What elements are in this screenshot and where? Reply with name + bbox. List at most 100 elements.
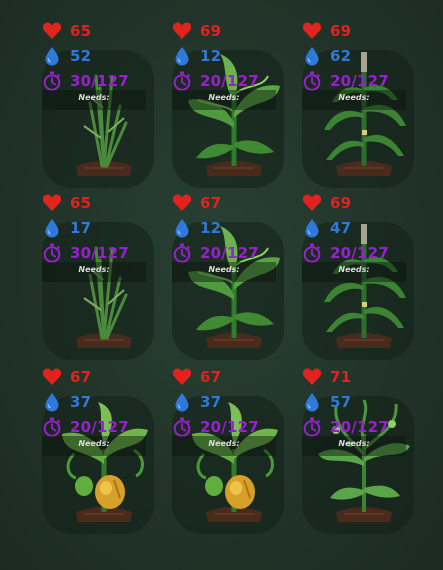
health-value: 69 (200, 22, 222, 40)
health-stat: 69 (172, 20, 221, 42)
needs-panel: Needs: (172, 90, 276, 110)
needs-panel: Needs: (302, 262, 406, 282)
heart-icon (42, 21, 62, 41)
health-stat: 69 (302, 192, 351, 214)
heart-icon (42, 193, 62, 213)
water-drop-icon (42, 392, 62, 412)
needs-panel: Needs: (302, 436, 406, 456)
needs-panel: Needs: (172, 436, 276, 456)
plant-slot[interactable]: 69 62 20/127 Needs: (300, 20, 430, 192)
timer-icon (172, 417, 192, 437)
growth-stat: 20/127 (42, 416, 129, 438)
health-value: 69 (330, 22, 352, 40)
heart-icon (172, 193, 192, 213)
needs-label: Needs: (208, 93, 240, 102)
growth-stat: 20/127 (172, 242, 259, 264)
timer-icon (302, 417, 322, 437)
water-stat: 62 (302, 45, 351, 67)
vine-plant-sprite (318, 399, 410, 522)
needs-label: Needs: (208, 265, 240, 274)
plant-slot[interactable]: 69 12 20/127 Needs: (170, 20, 300, 192)
water-value: 57 (330, 393, 352, 411)
growth-value: 20/127 (200, 418, 259, 436)
needs-label: Needs: (338, 439, 370, 448)
water-value: 37 (70, 393, 92, 411)
needs-label: Needs: (78, 93, 110, 102)
water-value: 52 (70, 47, 92, 65)
squash-plant-sprite (62, 402, 148, 522)
needs-panel: Needs: (42, 436, 146, 456)
water-stat: 47 (302, 217, 351, 239)
growth-stat: 20/127 (302, 416, 389, 438)
water-stat: 12 (172, 45, 221, 67)
water-stat: 37 (42, 391, 91, 413)
heart-icon (172, 21, 192, 41)
timer-icon (172, 243, 192, 263)
water-drop-icon (172, 218, 192, 238)
growth-value: 20/127 (330, 244, 389, 262)
health-stat: 65 (42, 192, 91, 214)
water-stat: 57 (302, 391, 351, 413)
needs-label: Needs: (338, 93, 370, 102)
plant-slot[interactable]: 67 37 20/127 Needs: (40, 366, 170, 538)
heart-icon (302, 367, 322, 387)
plant-slot[interactable]: 65 52 30/127 Needs: (40, 20, 170, 192)
plant-slot[interactable]: 71 57 20/127 Needs: (300, 366, 430, 538)
health-stat: 69 (302, 20, 351, 42)
plant-slot[interactable]: 65 17 30/127 Needs: (40, 192, 170, 364)
health-stat: 67 (42, 366, 91, 388)
growth-value: 30/127 (70, 244, 129, 262)
health-value: 67 (200, 194, 222, 212)
water-stat: 52 (42, 45, 91, 67)
water-value: 17 (70, 219, 92, 237)
timer-icon (302, 243, 322, 263)
plant-slot[interactable]: 67 12 20/127 Needs: (170, 192, 300, 364)
water-drop-icon (302, 392, 322, 412)
plant-slot[interactable]: 69 47 20/127 Needs: (300, 192, 430, 364)
health-value: 65 (70, 22, 92, 40)
health-stat: 71 (302, 366, 351, 388)
growth-value: 20/127 (330, 418, 389, 436)
water-drop-icon (302, 218, 322, 238)
needs-panel: Needs: (302, 90, 406, 110)
needs-panel: Needs: (42, 262, 146, 282)
timer-icon (42, 71, 62, 91)
health-value: 67 (70, 368, 92, 386)
plant-slot[interactable]: 67 37 20/127 Needs: (170, 366, 300, 538)
water-drop-icon (172, 392, 192, 412)
timer-icon (42, 243, 62, 263)
water-value: 37 (200, 393, 222, 411)
health-value: 69 (330, 194, 352, 212)
water-value: 47 (330, 219, 352, 237)
water-stat: 17 (42, 217, 91, 239)
timer-icon (172, 71, 192, 91)
needs-panel: Needs: (172, 262, 276, 282)
leafy-plant-sprite (188, 54, 280, 176)
heart-icon (302, 21, 322, 41)
growth-value: 20/127 (200, 72, 259, 90)
health-value: 71 (330, 368, 352, 386)
health-stat: 67 (172, 366, 221, 388)
corn-plant-sprite (324, 224, 406, 348)
corn-plant-sprite (324, 52, 406, 176)
growth-value: 20/127 (200, 244, 259, 262)
growth-value: 30/127 (70, 72, 129, 90)
needs-label: Needs: (338, 265, 370, 274)
reed-plant-sprite (76, 246, 132, 348)
growth-stat: 20/127 (172, 416, 259, 438)
heart-icon (302, 193, 322, 213)
reed-plant-sprite (76, 74, 132, 176)
growth-stat: 30/127 (42, 70, 129, 92)
timer-icon (42, 417, 62, 437)
water-drop-icon (42, 46, 62, 66)
health-value: 65 (70, 194, 92, 212)
heart-icon (172, 367, 192, 387)
leafy-plant-sprite (188, 226, 280, 348)
water-drop-icon (172, 46, 192, 66)
growth-stat: 30/127 (42, 242, 129, 264)
growth-stat: 20/127 (172, 70, 259, 92)
needs-label: Needs: (78, 265, 110, 274)
health-stat: 65 (42, 20, 91, 42)
needs-panel: Needs: (42, 90, 146, 110)
water-stat: 37 (172, 391, 221, 413)
